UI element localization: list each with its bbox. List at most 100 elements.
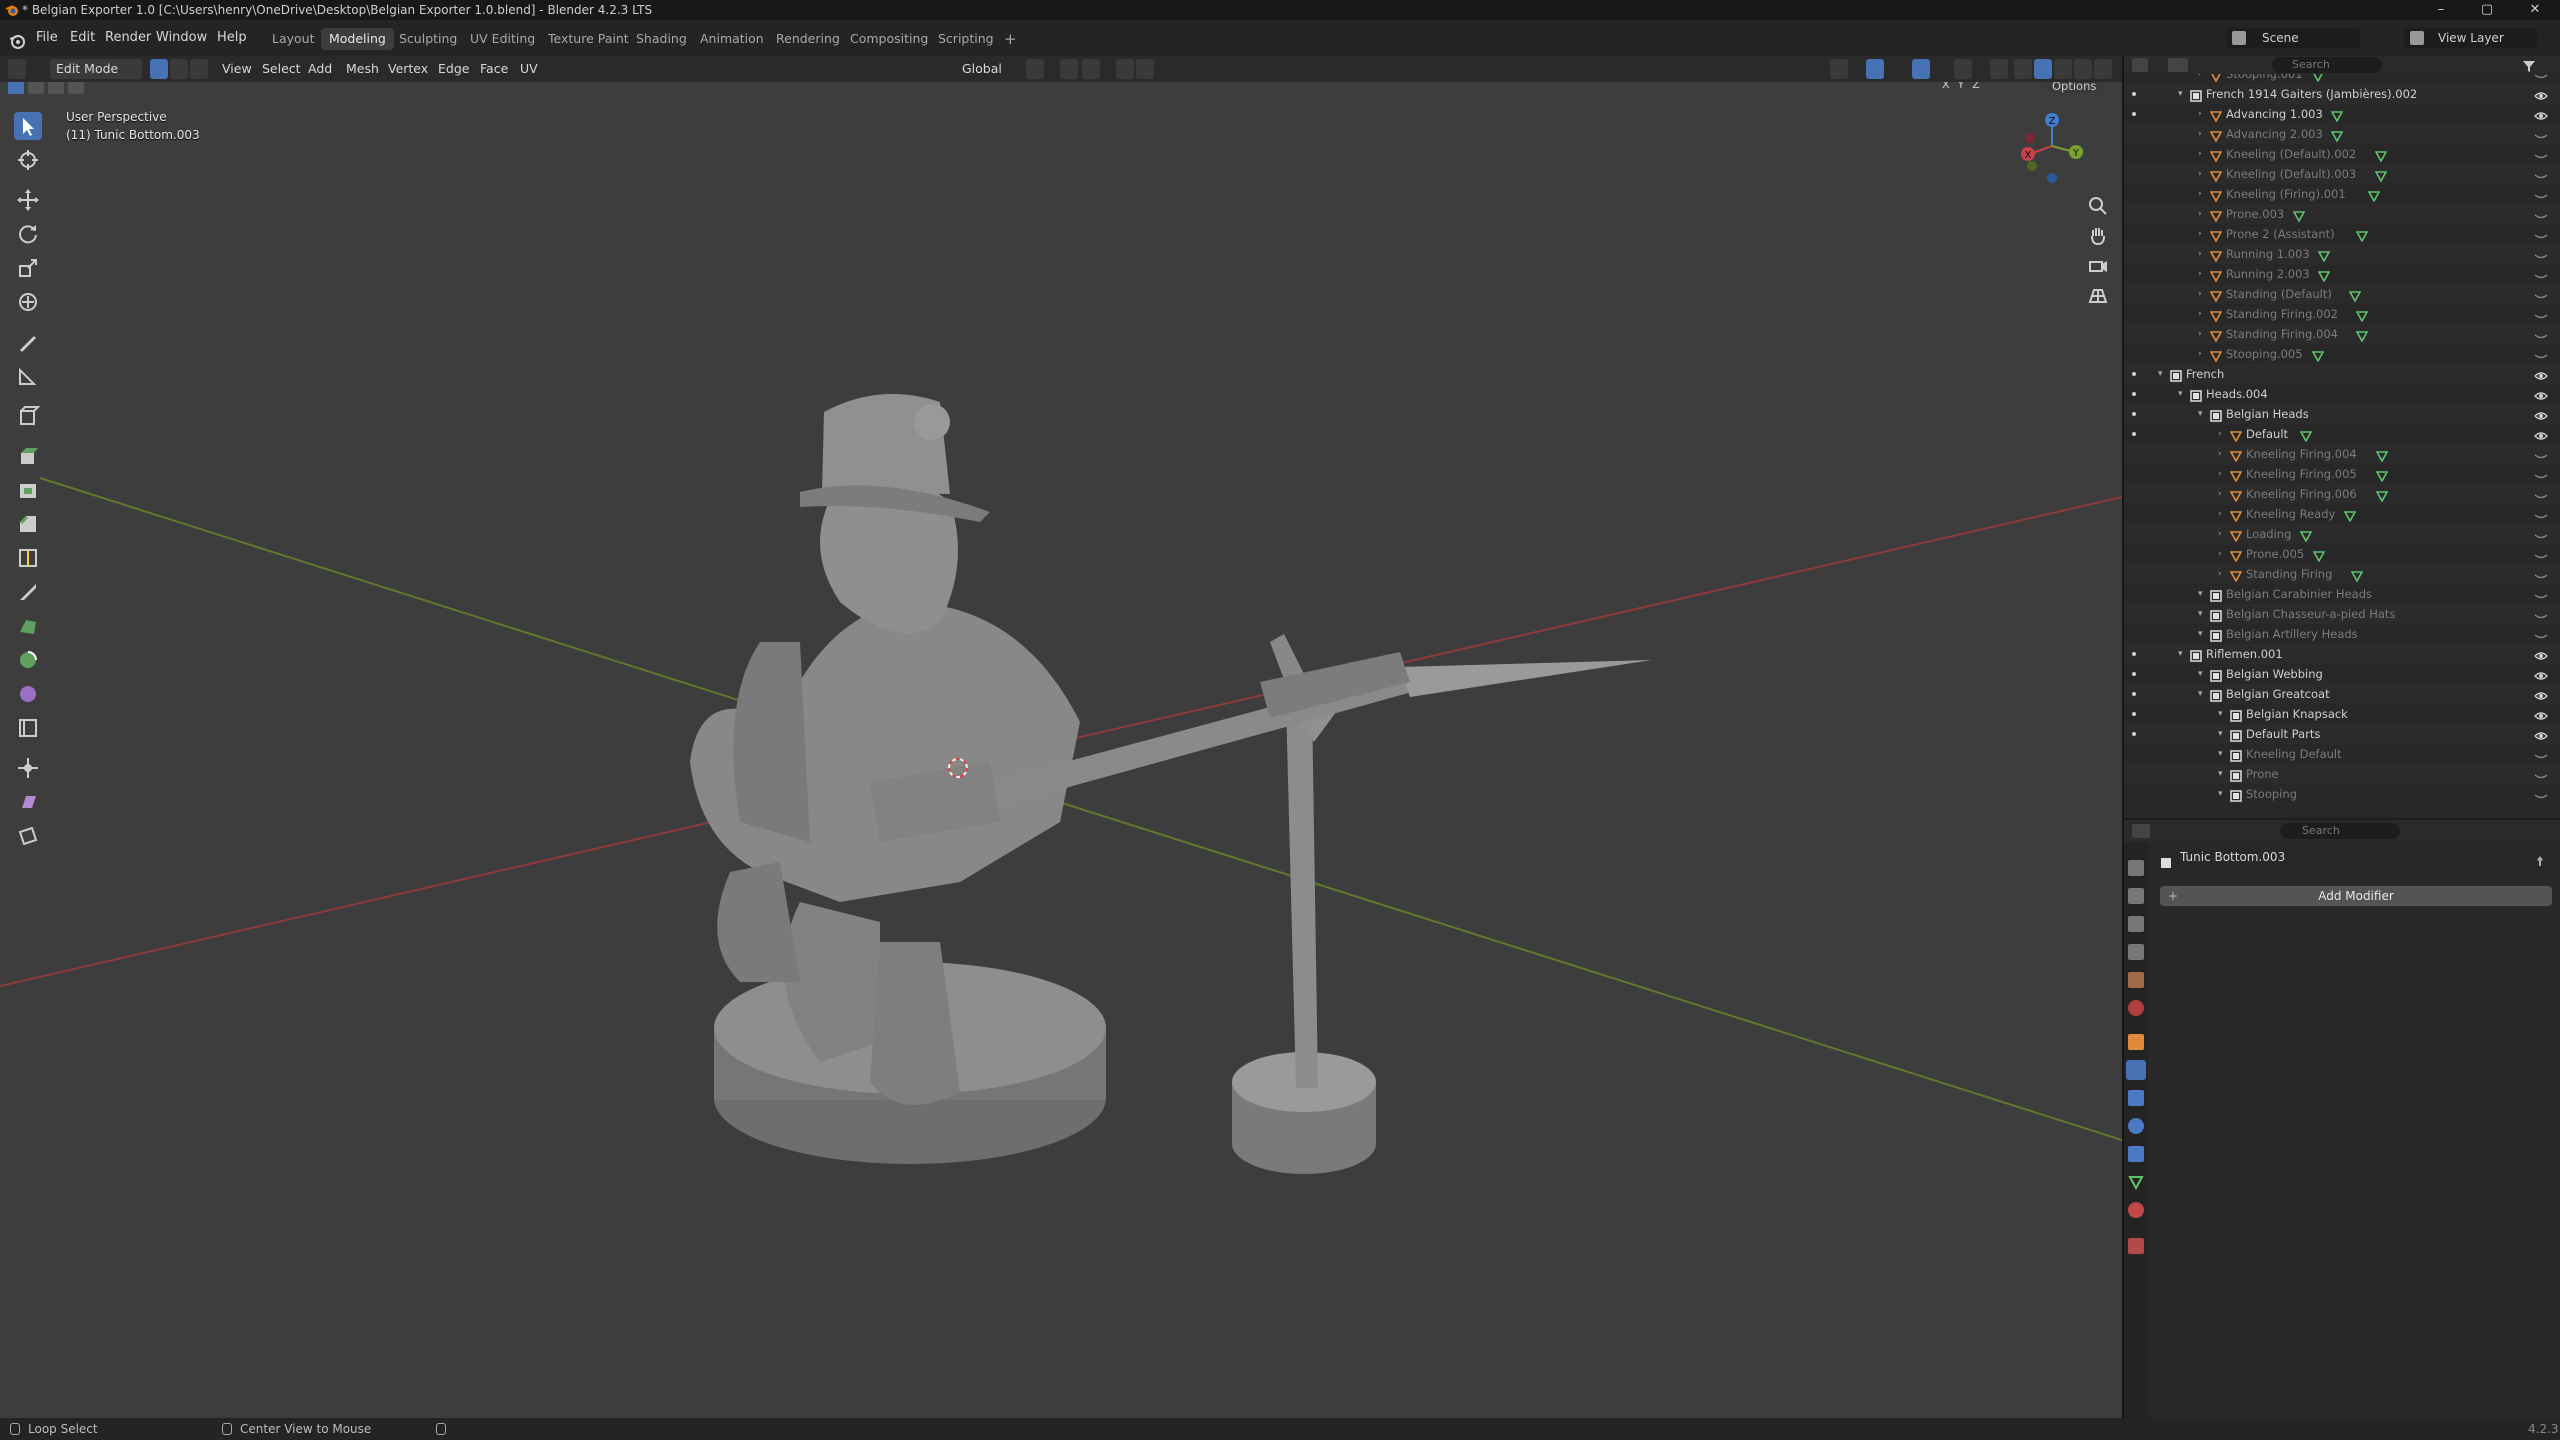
shading-material-icon[interactable] (2054, 59, 2072, 79)
select-intersect-icon[interactable] (68, 82, 84, 94)
eye-closed-icon[interactable] (2534, 548, 2548, 560)
mesh-edit-overlay-icon[interactable] (1954, 59, 1972, 79)
eye-closed-icon[interactable] (2534, 228, 2548, 240)
shading-solid-icon[interactable] (2034, 59, 2052, 79)
navigation-gizmo[interactable]: Z Y X (2018, 108, 2088, 184)
editor-type-icon[interactable] (8, 59, 26, 79)
outliner-row[interactable]: › Prone.003 (2124, 204, 2560, 224)
minimize-button[interactable]: – (2418, 0, 2464, 20)
mesh-data-tab-icon[interactable] (2128, 1174, 2144, 1191)
eye-closed-icon[interactable] (2534, 468, 2548, 480)
outliner-row[interactable]: › Advancing 2.003 (2124, 124, 2560, 144)
outliner-row[interactable]: ▾ French (2124, 364, 2560, 384)
eye-open-icon[interactable] (2534, 408, 2548, 420)
output-tab-icon[interactable] (2128, 916, 2144, 932)
expand-chevron-icon[interactable]: › (2198, 264, 2202, 284)
header-menu-edge[interactable]: Edge (432, 59, 475, 79)
outliner-row[interactable]: › Prone.005 (2124, 544, 2560, 564)
eye-closed-icon[interactable] (2534, 308, 2548, 320)
expand-chevron-icon[interactable]: ▾ (2218, 744, 2223, 764)
select-extend-icon[interactable] (28, 82, 44, 94)
axis-y-toggle[interactable]: Y (1958, 82, 1973, 91)
annotate-tool-icon[interactable] (14, 328, 42, 356)
outliner-row[interactable]: › Loading (2124, 524, 2560, 544)
outliner-row[interactable]: ▾ Belgian Chasseur-a-pied Hats (2124, 604, 2560, 624)
options-dropdown[interactable]: Options (2046, 82, 2103, 94)
expand-chevron-icon[interactable]: › (2218, 564, 2222, 584)
expand-chevron-icon[interactable]: › (2218, 524, 2222, 544)
particles-tab-icon[interactable] (2128, 1090, 2144, 1106)
expand-chevron-icon[interactable]: ▾ (2218, 784, 2223, 804)
menu-render[interactable]: Render (105, 20, 151, 56)
perspective-toggle-icon[interactable] (2084, 282, 2112, 310)
eye-closed-icon[interactable] (2534, 528, 2548, 540)
properties-search-input[interactable]: Search (2280, 823, 2400, 839)
move-tool-icon[interactable] (14, 186, 42, 214)
outliner-row[interactable]: › Running 1.003 (2124, 244, 2560, 264)
outliner-row[interactable]: ▾ Belgian Heads (2124, 404, 2560, 424)
eye-closed-icon[interactable] (2534, 188, 2548, 200)
expand-chevron-icon[interactable]: ▾ (2198, 664, 2203, 684)
gizmo-toggle-icon[interactable] (1866, 59, 1884, 79)
expand-chevron-icon[interactable]: › (2218, 444, 2222, 464)
tool-tab-icon[interactable] (2128, 860, 2144, 876)
tab-scripting[interactable]: Scripting (930, 28, 1002, 50)
expand-chevron-icon[interactable]: ▾ (2158, 364, 2163, 384)
shading-options-icon[interactable] (2094, 59, 2112, 79)
mirror-axis-lock[interactable]: XYZ (1942, 82, 1988, 91)
eye-open-icon[interactable] (2534, 428, 2548, 440)
modifier-tab-icon[interactable] (2126, 1060, 2146, 1080)
eye-closed-icon[interactable] (2534, 288, 2548, 300)
tab-animation[interactable]: Animation (692, 28, 772, 50)
scale-tool-icon[interactable] (14, 254, 42, 282)
expand-chevron-icon[interactable]: ▾ (2178, 384, 2183, 404)
expand-chevron-icon[interactable]: ▾ (2198, 624, 2203, 644)
world-tab-icon[interactable] (2128, 1000, 2144, 1016)
select-box-tool-icon[interactable] (14, 112, 42, 140)
eye-closed-icon[interactable] (2534, 748, 2548, 760)
add-cube-tool-icon[interactable] (14, 402, 42, 430)
shrink-fatten-tool-icon[interactable] (14, 754, 42, 782)
eye-closed-icon[interactable] (2534, 628, 2548, 640)
eye-closed-icon[interactable] (2534, 128, 2548, 140)
eye-closed-icon[interactable] (2534, 588, 2548, 600)
expand-chevron-icon[interactable]: ▾ (2198, 404, 2203, 424)
header-menu-vertex[interactable]: Vertex (382, 59, 434, 79)
object-tab-icon[interactable] (2128, 1034, 2144, 1050)
scene-selector[interactable]: Scene (2226, 28, 2360, 48)
eye-open-icon[interactable] (2534, 388, 2548, 400)
expand-chevron-icon[interactable]: › (2198, 284, 2202, 304)
smooth-tool-icon[interactable] (14, 680, 42, 708)
eye-open-icon[interactable] (2534, 668, 2548, 680)
header-menu-select[interactable]: Select (256, 59, 307, 79)
view-layer-tab-icon[interactable] (2128, 944, 2144, 960)
add-workspace-button[interactable]: + (996, 28, 1025, 50)
properties-editor-type-icon[interactable] (2132, 824, 2150, 838)
eye-closed-icon[interactable] (2534, 74, 2548, 80)
view-layer-selector[interactable]: View Layer (2404, 28, 2538, 48)
tab-layout[interactable]: Layout (264, 28, 323, 50)
mode-selector[interactable]: Edit Mode (50, 59, 142, 79)
add-modifier-button[interactable]: + Add Modifier (2160, 886, 2552, 906)
eye-closed-icon[interactable] (2534, 608, 2548, 620)
outliner-row[interactable]: › Advancing 1.003 (2124, 104, 2560, 124)
menu-help[interactable]: Help (217, 20, 247, 56)
header-menu-add[interactable]: Add (302, 59, 338, 79)
shear-tool-icon[interactable] (14, 788, 42, 816)
outliner-row[interactable]: ▾ French 1914 Gaiters (Jambières).002 (2124, 84, 2560, 104)
expand-chevron-icon[interactable]: ▾ (2178, 644, 2183, 664)
expand-chevron-icon[interactable]: › (2218, 464, 2222, 484)
outliner-row[interactable]: ▾ Belgian Webbing (2124, 664, 2560, 684)
loop-cut-tool-icon[interactable] (14, 544, 42, 572)
outliner-row[interactable]: › Stooping.005 (2124, 344, 2560, 364)
tab-uv-editing[interactable]: UV Editing (462, 28, 543, 50)
zoom-icon[interactable] (2084, 192, 2112, 220)
measure-tool-icon[interactable] (14, 362, 42, 390)
transform-tool-icon[interactable] (14, 288, 42, 316)
outliner-row[interactable]: › Kneeling (Default).002 (2124, 144, 2560, 164)
tab-shading[interactable]: Shading (628, 28, 695, 50)
eye-closed-icon[interactable] (2534, 248, 2548, 260)
expand-chevron-icon[interactable]: › (2218, 544, 2222, 564)
pivot-point-icon[interactable] (1026, 59, 1044, 79)
constraints-tab-icon[interactable] (2128, 1146, 2144, 1162)
